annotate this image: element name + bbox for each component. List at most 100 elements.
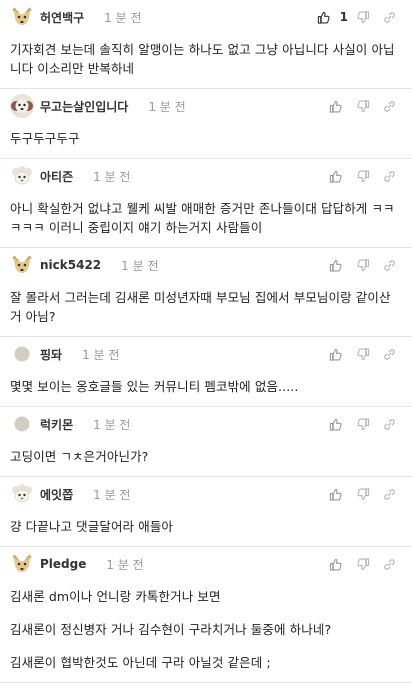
timestamp: 1 분 전 xyxy=(93,169,131,184)
share-button[interactable] xyxy=(376,414,402,434)
nickname[interactable]: Pledge xyxy=(40,557,86,571)
like-button[interactable] xyxy=(322,255,348,275)
dislike-button[interactable] xyxy=(350,414,376,434)
comment-item: 에잇쯥 1 분 전 걍 다끝나고 댓글달어라 애들아 xyxy=(0,477,412,547)
link-icon xyxy=(383,418,396,431)
dislike-button[interactable] xyxy=(350,166,376,186)
share-button[interactable] xyxy=(376,7,402,27)
comment-actions xyxy=(322,344,402,364)
comment-text: 김새론이 정신병자 거나 김수현이 구라치거나 둘중에 하나네? xyxy=(10,622,332,637)
comment-text: 기자회견 보는데 솔직히 알맹이는 하나도 없고 그냥 아닙니다 사실이 아닙니… xyxy=(10,42,395,76)
like-count: 1 xyxy=(339,10,348,24)
comment-text: 잘 몰라서 그러는데 김새론 미성년자때 부모님 집에서 부모님이랑 같이산거 … xyxy=(10,290,391,324)
comment-item: 무고는살인입니다 1 분 전 두구두구두구 xyxy=(0,89,412,159)
comment-item: 럭키몬 1 분 전 고딩이면 ㄱㅊ은거아닌가? xyxy=(0,407,412,477)
comment-body: 고딩이면 ㄱㅊ은거아닌가? xyxy=(0,441,412,476)
comment-header: 핑돠 1 분 전 xyxy=(0,337,412,371)
share-button[interactable] xyxy=(376,166,402,186)
nickname[interactable]: 아티즌 xyxy=(40,168,73,185)
thumbs-down-icon xyxy=(356,99,370,113)
comment-text: 아니 확실한거 없냐고 웰케 씨발 애매한 증거만 존나들이대 답답하게 ㅋㅋㅋ… xyxy=(10,201,395,235)
sheep-face-icon[interactable] xyxy=(10,164,34,188)
nickname[interactable]: nick5422 xyxy=(40,258,101,272)
thumbs-down-icon xyxy=(356,487,370,501)
comment-body: 김새론 dm이나 언니랑 카톡한거나 보면김새론이 정신병자 거나 김수현이 구… xyxy=(0,581,412,682)
comment-actions xyxy=(322,166,402,186)
comment-header: 에잇쯥 1 분 전 xyxy=(0,477,412,511)
comment-actions xyxy=(322,484,402,504)
dislike-button[interactable] xyxy=(350,96,376,116)
dislike-button[interactable] xyxy=(350,554,376,574)
thumbs-down-icon xyxy=(356,417,370,431)
share-button[interactable] xyxy=(376,484,402,504)
comment-header: 아티즌 1 분 전 xyxy=(0,159,412,193)
share-button[interactable] xyxy=(376,255,402,275)
timestamp: 1 분 전 xyxy=(104,10,142,25)
link-icon xyxy=(383,558,396,571)
comment-header: nick5422 1 분 전 xyxy=(0,248,412,282)
comment-text: 김새론 dm이나 언니랑 카톡한거나 보면 xyxy=(10,589,221,604)
comment-body: 잘 몰라서 그러는데 김새론 미성년자때 부모님 집에서 부모님이랑 같이산거 … xyxy=(0,282,412,336)
link-icon xyxy=(383,11,396,24)
comment-actions xyxy=(322,96,402,116)
dislike-button[interactable] xyxy=(350,344,376,364)
like-button[interactable] xyxy=(322,484,348,504)
dog-face-icon[interactable] xyxy=(10,5,34,29)
timestamp: 1 분 전 xyxy=(106,557,144,572)
like-button[interactable] xyxy=(322,96,348,116)
comment-list: 허연백구 1 분 전 1 기자회견 보는데 솔직히 알맹이는 하나도 없고 그냥… xyxy=(0,0,412,683)
gray-circle-icon[interactable] xyxy=(10,412,34,436)
dislike-button[interactable] xyxy=(350,7,376,27)
poodle-face-icon[interactable] xyxy=(10,94,34,118)
timestamp: 1 분 전 xyxy=(148,99,186,114)
share-button[interactable] xyxy=(376,554,402,574)
thumbs-up-icon xyxy=(322,484,348,504)
dislike-button[interactable] xyxy=(350,255,376,275)
comment-body: 기자회견 보는데 솔직히 알맹이는 하나도 없고 그냥 아닙니다 사실이 아닙니… xyxy=(0,34,412,88)
like-button[interactable] xyxy=(322,414,348,434)
nickname[interactable]: 무고는살인입니다 xyxy=(40,98,128,115)
comment-text: 김새론이 협박한것도 아닌데 구라 아닐것 같은데 ; xyxy=(10,655,271,670)
nickname[interactable]: 핑돠 xyxy=(40,346,62,363)
comment-text: 두구두구두구 xyxy=(10,131,80,146)
like-button[interactable] xyxy=(322,554,348,574)
comment-actions xyxy=(322,255,402,275)
link-icon xyxy=(383,348,396,361)
thumbs-up-icon xyxy=(322,96,348,116)
comment-item: nick5422 1 분 전 잘 몰라서 그러는데 김새론 미성년자때 부모님 … xyxy=(0,248,412,337)
timestamp: 1 분 전 xyxy=(93,417,131,432)
nickname[interactable]: 에잇쯥 xyxy=(40,486,73,503)
share-button[interactable] xyxy=(376,96,402,116)
dog-face-icon[interactable] xyxy=(10,552,34,576)
comment-text: 걍 다끝나고 댓글달어라 애들아 xyxy=(10,519,174,534)
thumbs-down-icon xyxy=(356,258,370,272)
link-icon xyxy=(383,100,396,113)
comment-body: 두구두구두구 xyxy=(0,123,412,158)
comment-header: Pledge 1 분 전 xyxy=(0,547,412,581)
comment-item: 허연백구 1 분 전 1 기자회견 보는데 솔직히 알맹이는 하나도 없고 그냥… xyxy=(0,0,412,89)
comment-header: 럭키몬 1 분 전 xyxy=(0,407,412,441)
comment-item: 핑돠 1 분 전 몇몇 보이는 옹호글들 있는 커뮤니티 펨코밖에 없음....… xyxy=(0,337,412,407)
thumbs-up-icon xyxy=(311,7,337,27)
comment-actions: 1 xyxy=(311,7,402,27)
like-button[interactable]: 1 xyxy=(311,7,348,27)
comment-body: 몇몇 보이는 옹호글들 있는 커뮤니티 펨코밖에 없음..... xyxy=(0,371,412,406)
nickname[interactable]: 허연백구 xyxy=(40,9,84,26)
share-button[interactable] xyxy=(376,344,402,364)
nickname[interactable]: 럭키몬 xyxy=(40,416,73,433)
comment-text: 고딩이면 ㄱㅊ은거아닌가? xyxy=(10,449,149,464)
comment-text: 몇몇 보이는 옹호글들 있는 커뮤니티 펨코밖에 없음..... xyxy=(10,379,299,394)
thumbs-up-icon xyxy=(322,255,348,275)
gray-circle-icon[interactable] xyxy=(10,342,34,366)
like-button[interactable] xyxy=(322,344,348,364)
dog-face-icon[interactable] xyxy=(10,253,34,277)
thumbs-down-icon xyxy=(356,347,370,361)
like-button[interactable] xyxy=(322,166,348,186)
sheep-face-icon[interactable] xyxy=(10,482,34,506)
comment-header: 무고는살인입니다 1 분 전 xyxy=(0,89,412,123)
comment-body: 아니 확실한거 없냐고 웰케 씨발 애매한 증거만 존나들이대 답답하게 ㅋㅋㅋ… xyxy=(0,193,412,247)
comment-actions xyxy=(322,414,402,434)
dislike-button[interactable] xyxy=(350,484,376,504)
comment-actions xyxy=(322,554,402,574)
timestamp: 1 분 전 xyxy=(121,258,159,273)
